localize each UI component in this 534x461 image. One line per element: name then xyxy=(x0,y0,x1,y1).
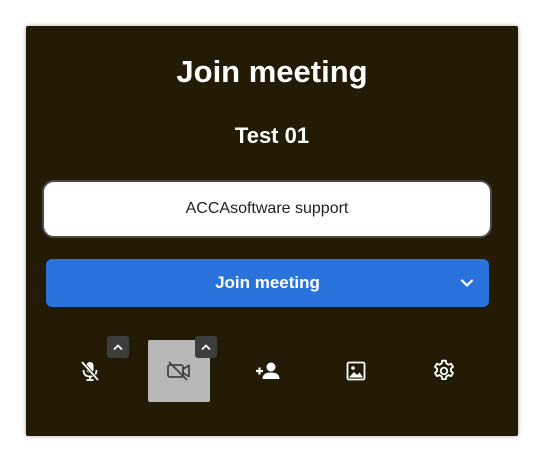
background-effects-button[interactable] xyxy=(325,340,387,402)
chevron-up-icon xyxy=(113,344,123,350)
camera-options-button[interactable] xyxy=(195,336,217,358)
settings-button[interactable] xyxy=(413,340,475,402)
microphone-off-icon xyxy=(80,360,100,382)
dialog-title: Join meeting xyxy=(176,54,368,89)
join-meeting-button[interactable]: Join meeting xyxy=(46,259,489,307)
join-meeting-dialog: Join meeting Test 01 Join meeting xyxy=(26,26,518,436)
display-name-field xyxy=(44,182,490,236)
meeting-name: Test 01 xyxy=(234,123,310,148)
video-off-icon xyxy=(167,361,190,381)
join-meeting-label: Join meeting xyxy=(215,273,320,292)
display-name-input[interactable] xyxy=(46,184,488,234)
background-image-icon xyxy=(346,361,366,381)
microphone-options-button[interactable] xyxy=(107,336,129,358)
chevron-down-icon[interactable] xyxy=(459,275,475,291)
invite-people-button[interactable] xyxy=(237,340,299,402)
chevron-up-icon xyxy=(201,344,211,350)
settings-gear-icon xyxy=(434,359,454,381)
invite-person-icon xyxy=(256,362,280,379)
